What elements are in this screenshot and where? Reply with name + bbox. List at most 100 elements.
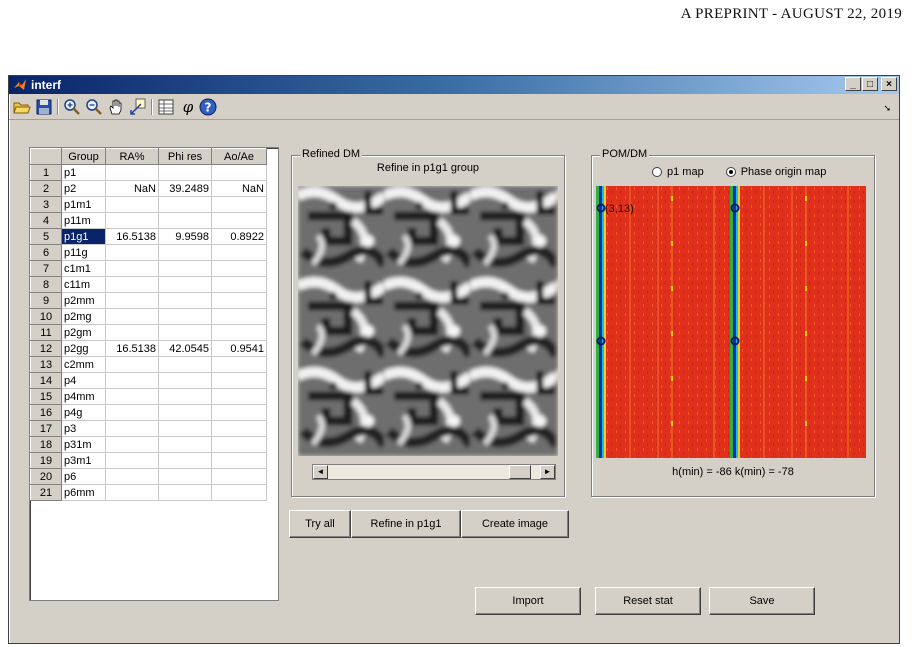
ao-ae-cell[interactable] xyxy=(211,164,267,181)
ao-ae-cell[interactable] xyxy=(211,276,267,293)
group-cell[interactable]: p6mm xyxy=(61,484,106,501)
ra-cell[interactable] xyxy=(105,356,159,373)
table-row[interactable]: 19 p3m1 xyxy=(30,452,267,469)
table-icon[interactable] xyxy=(157,98,175,116)
data-cursor-icon[interactable] xyxy=(129,98,147,116)
group-cell[interactable]: p3m1 xyxy=(61,452,106,469)
ra-cell[interactable] xyxy=(105,308,159,325)
refined-dm-scrollbar[interactable]: ◄ ► xyxy=(312,464,556,480)
col-header-ao-ae[interactable]: Ao/Ae xyxy=(211,148,267,165)
group-cell[interactable]: p11g xyxy=(61,244,106,261)
help-icon[interactable]: ? xyxy=(199,98,217,116)
ao-ae-cell[interactable] xyxy=(211,260,267,277)
phi-res-cell[interactable] xyxy=(158,484,212,501)
ao-ae-cell[interactable] xyxy=(211,212,267,229)
group-cell[interactable]: p1g1 xyxy=(61,228,106,245)
group-cell[interactable]: p4 xyxy=(61,372,106,389)
zoom-out-icon[interactable] xyxy=(85,98,103,116)
phi-res-cell[interactable] xyxy=(158,404,212,421)
import-button[interactable]: Import xyxy=(475,587,581,615)
scroll-thumb[interactable] xyxy=(509,465,531,479)
table-row[interactable]: 13 c2mm xyxy=(30,356,267,373)
ao-ae-cell[interactable] xyxy=(211,420,267,437)
group-cell[interactable]: p2gg xyxy=(61,340,106,357)
table-row[interactable]: 3 p1m1 xyxy=(30,196,267,213)
phi-res-cell[interactable] xyxy=(158,324,212,341)
col-header-ra[interactable]: RA% xyxy=(105,148,159,165)
ra-cell[interactable] xyxy=(105,212,159,229)
table-row[interactable]: 10 p2mg xyxy=(30,308,267,325)
reset-stat-button[interactable]: Reset stat xyxy=(595,587,701,615)
save-disk-icon[interactable] xyxy=(35,98,53,116)
table-row[interactable]: 15 p4mm xyxy=(30,388,267,405)
create-image-button[interactable]: Create image xyxy=(461,510,569,538)
phi-res-cell[interactable]: 42.0545 xyxy=(158,340,212,357)
refine-in-p1g1-button[interactable]: Refine in p1g1 xyxy=(351,510,461,538)
phi-res-cell[interactable] xyxy=(158,260,212,277)
group-cell[interactable]: p3 xyxy=(61,420,106,437)
table-row[interactable]: 14 p4 xyxy=(30,372,267,389)
phi-res-cell[interactable] xyxy=(158,452,212,469)
phi-res-cell[interactable]: 39.2489 xyxy=(158,180,212,197)
ao-ae-cell[interactable] xyxy=(211,292,267,309)
ao-ae-cell[interactable] xyxy=(211,372,267,389)
group-cell[interactable]: c1m1 xyxy=(61,260,106,277)
phi-res-cell[interactable] xyxy=(158,388,212,405)
ra-cell[interactable] xyxy=(105,164,159,181)
ao-ae-cell[interactable] xyxy=(211,468,267,485)
phi-res-cell[interactable] xyxy=(158,436,212,453)
group-cell[interactable]: p4mm xyxy=(61,388,106,405)
table-row[interactable]: 5 p1g1 16.5138 9.9598 0.8922 xyxy=(30,228,267,245)
phi-res-cell[interactable] xyxy=(158,372,212,389)
table-row[interactable]: 21 p6mm xyxy=(30,484,267,501)
phi-res-cell[interactable] xyxy=(158,308,212,325)
pan-hand-icon[interactable] xyxy=(107,98,125,116)
table-row[interactable]: 12 p2gg 16.5138 42.0545 0.9541 xyxy=(30,340,267,357)
group-cell[interactable]: p2mg xyxy=(61,308,106,325)
ao-ae-cell[interactable] xyxy=(211,388,267,405)
ra-cell[interactable] xyxy=(105,468,159,485)
group-cell[interactable]: p31m xyxy=(61,436,106,453)
phi-icon[interactable]: φ xyxy=(179,98,197,116)
table-row[interactable]: 6 p11g xyxy=(30,244,267,261)
ra-cell[interactable] xyxy=(105,372,159,389)
ra-cell[interactable] xyxy=(105,452,159,469)
ra-cell[interactable] xyxy=(105,324,159,341)
col-header-phi-res[interactable]: Phi res xyxy=(158,148,212,165)
phi-res-cell[interactable] xyxy=(158,468,212,485)
ra-cell[interactable] xyxy=(105,276,159,293)
maximize-button[interactable]: □ xyxy=(862,77,878,91)
group-cell[interactable]: c11m xyxy=(61,276,106,293)
phi-res-cell[interactable] xyxy=(158,356,212,373)
group-cell[interactable]: p2mm xyxy=(61,292,106,309)
col-header-index[interactable] xyxy=(30,148,62,165)
ra-cell[interactable] xyxy=(105,484,159,501)
ra-cell[interactable] xyxy=(105,436,159,453)
table-row[interactable]: 17 p3 xyxy=(30,420,267,437)
table-row[interactable]: 4 p11m xyxy=(30,212,267,229)
phi-res-cell[interactable]: 9.9598 xyxy=(158,228,212,245)
ao-ae-cell[interactable] xyxy=(211,484,267,501)
phi-res-cell[interactable] xyxy=(158,420,212,437)
group-cell[interactable]: p1 xyxy=(61,164,106,181)
group-cell[interactable]: p4g xyxy=(61,404,106,421)
group-cell[interactable]: p11m xyxy=(61,212,106,229)
phi-res-cell[interactable] xyxy=(158,196,212,213)
ao-ae-cell[interactable] xyxy=(211,356,267,373)
group-cell[interactable]: c2mm xyxy=(61,356,106,373)
p1-map-radio-dot[interactable] xyxy=(652,167,662,177)
phi-res-cell[interactable] xyxy=(158,292,212,309)
group-cell[interactable]: p2 xyxy=(61,180,106,197)
phi-res-cell[interactable] xyxy=(158,212,212,229)
ao-ae-cell[interactable] xyxy=(211,308,267,325)
ao-ae-cell[interactable]: 0.8922 xyxy=(211,228,267,245)
try-all-button[interactable]: Try all xyxy=(289,510,351,538)
scroll-right-button[interactable]: ► xyxy=(540,465,555,479)
scroll-left-button[interactable]: ◄ xyxy=(313,465,328,479)
dock-arrow-icon[interactable]: ➘ xyxy=(883,103,891,114)
close-button[interactable]: × xyxy=(881,77,897,91)
ra-cell[interactable] xyxy=(105,420,159,437)
ao-ae-cell[interactable]: NaN xyxy=(211,180,267,197)
table-row[interactable]: 9 p2mm xyxy=(30,292,267,309)
table-row[interactable]: 18 p31m xyxy=(30,436,267,453)
